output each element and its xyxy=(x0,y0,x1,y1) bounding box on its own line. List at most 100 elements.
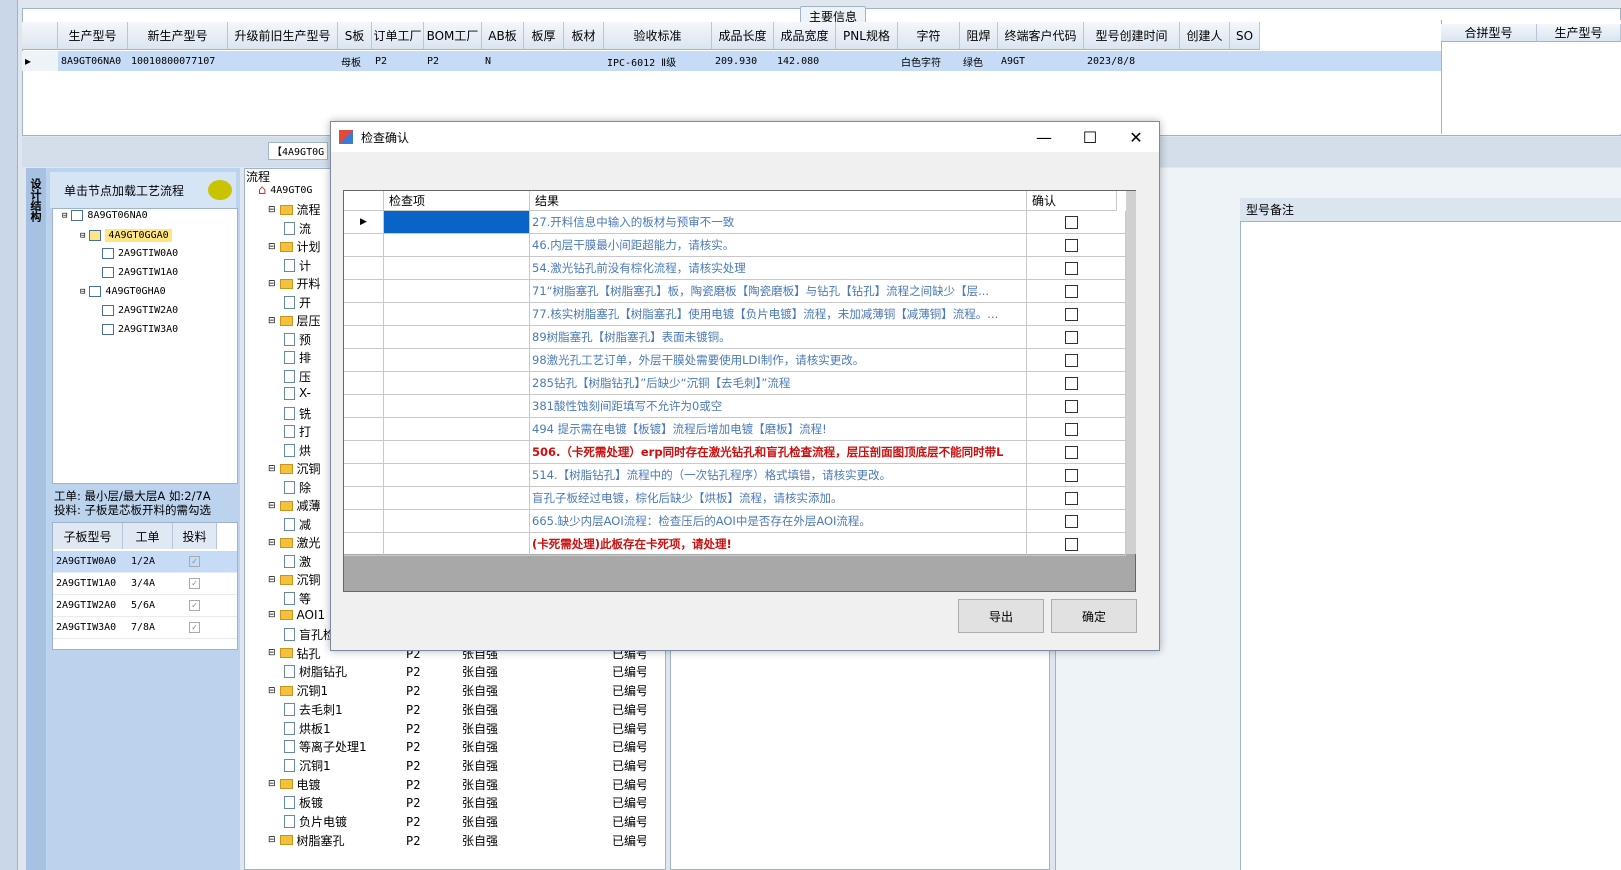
table-row[interactable]: 2A9GTIW2A0 5/6A ✓ xyxy=(53,595,237,617)
flow-node[interactable]: ⊟ 树脂塞孔 xyxy=(268,832,345,849)
confirm-checkbox[interactable] xyxy=(1065,514,1078,528)
confirm-checkbox[interactable] xyxy=(1065,307,1078,321)
flow-node[interactable]: 去毛刺1 xyxy=(284,701,343,718)
expander-icon[interactable]: ⊟ xyxy=(268,610,276,620)
main-cell[interactable]: P2 xyxy=(372,51,424,71)
flow-node[interactable]: ⊟ 沉铜 xyxy=(268,460,321,477)
table-row[interactable]: 514.【树脂钻孔】流程中的（一次钻孔程序）格式填错，请核实更改。 xyxy=(344,464,1126,487)
expander-icon[interactable]: ⊟ xyxy=(268,686,276,696)
tree-node[interactable]: ⊟ 4A9GT0GGA0 xyxy=(80,229,172,242)
expander-icon[interactable]: ⊟ xyxy=(268,464,276,474)
table-row[interactable]: 2A9GTIW3A0 7/8A ✓ xyxy=(53,617,237,639)
flow-node[interactable]: 负片电镀 xyxy=(284,813,347,830)
table-row[interactable]: 54.激光钻孔前没有棕化流程，请核实处理 xyxy=(344,257,1126,280)
table-row[interactable]: (卡死需处理)此板存在卡死项，请处理! xyxy=(344,533,1126,556)
flow-node[interactable]: 压 xyxy=(284,368,311,385)
table-row[interactable]: 46.内层干膜最小间距超能力，请核实。 xyxy=(344,234,1126,257)
tab-model[interactable]: 【4A9GT0G xyxy=(268,142,328,160)
main-cell[interactable]: 绿色 xyxy=(960,51,998,71)
main-cell[interactable]: P2 xyxy=(424,51,482,71)
table-row[interactable]: 285钻孔【树脂钻孔】”后缺少“沉铜【去毛刺】”流程 xyxy=(344,372,1126,395)
expander-icon[interactable]: ⊟ xyxy=(268,279,276,289)
check-item-cell[interactable] xyxy=(384,349,530,371)
flow-node[interactable]: 除 xyxy=(284,479,311,496)
expander-icon[interactable]: ⊟ xyxy=(268,648,276,658)
flow-node[interactable]: ⊟ 流程 xyxy=(268,201,321,218)
check-item-cell[interactable] xyxy=(384,326,530,348)
check-item-cell[interactable] xyxy=(384,533,530,555)
flow-node[interactable]: 等离子处理1 xyxy=(284,738,367,755)
confirm-checkbox[interactable] xyxy=(1065,399,1078,413)
flow-node[interactable]: ⊟ 钻孔 xyxy=(268,645,321,662)
feed-checkbox[interactable]: ✓ xyxy=(189,600,200,611)
check-item-cell[interactable] xyxy=(384,234,530,256)
note-body[interactable] xyxy=(1240,222,1621,870)
vertical-scrollbar[interactable] xyxy=(1126,191,1136,554)
flow-node[interactable]: 排 xyxy=(284,349,311,366)
tree-expander-icon[interactable]: ⊟ xyxy=(62,211,67,221)
main-cell[interactable]: 2023/8/8 xyxy=(1084,51,1180,71)
confirm-checkbox[interactable] xyxy=(1065,238,1078,252)
flow-node[interactable]: 激 xyxy=(284,553,311,570)
tree-expander-icon[interactable]: ⊟ xyxy=(80,287,85,297)
table-row[interactable]: 665.缺少内层AOI流程：检查压后的AOI中是否存在外层AOI流程。 xyxy=(344,510,1126,533)
table-row[interactable]: 381酸性蚀刻间距填写不允许为0或空 xyxy=(344,395,1126,418)
expander-icon[interactable]: ⊟ xyxy=(268,538,276,548)
minimize-icon[interactable]: — xyxy=(1021,122,1067,152)
check-item-cell[interactable] xyxy=(384,303,530,325)
table-row[interactable]: 98激光孔工艺订单，外层干膜处需要使用LDI制作，请核实更改。 xyxy=(344,349,1126,372)
expander-icon[interactable]: ⊟ xyxy=(268,779,276,789)
chat-bubble-icon[interactable] xyxy=(208,180,232,200)
flow-node[interactable]: ⊟ AOI1 xyxy=(268,608,325,622)
check-item-cell[interactable] xyxy=(384,280,530,302)
tree-node[interactable]: 2A9GTIW2A0 xyxy=(98,305,178,316)
flow-node[interactable]: 铣 xyxy=(284,405,311,422)
confirm-checkbox[interactable] xyxy=(1065,376,1078,390)
tree-node[interactable]: ⊟ 8A9GT06NA0 xyxy=(62,210,148,221)
main-cell[interactable]: A9GT xyxy=(998,51,1084,71)
flow-node[interactable]: ⊟ 计划 xyxy=(268,238,321,255)
confirm-checkbox[interactable] xyxy=(1065,261,1078,275)
main-cell[interactable]: 142.080 xyxy=(774,51,836,71)
confirm-checkbox[interactable] xyxy=(1065,330,1078,344)
flow-node[interactable]: 打 xyxy=(284,423,311,440)
main-cell[interactable]: N xyxy=(482,51,524,71)
maximize-icon[interactable]: ☐ xyxy=(1067,122,1113,152)
flow-node[interactable]: 开 xyxy=(284,294,311,311)
ok-button[interactable]: 确定 xyxy=(1051,599,1137,633)
confirm-checkbox[interactable] xyxy=(1065,353,1078,367)
table-row[interactable]: 494 提示需在电镀【板镀】流程后增加电镀【磨板】流程! xyxy=(344,418,1126,441)
main-cell[interactable] xyxy=(1230,51,1260,71)
tree-expander-icon[interactable]: ⊟ xyxy=(80,231,85,241)
side-tab-design-structure[interactable] xyxy=(26,168,46,870)
flow-node[interactable]: 流 xyxy=(284,220,311,237)
flow-node[interactable]: 板镀 xyxy=(284,794,323,811)
main-cell[interactable] xyxy=(1180,51,1230,71)
tree-node[interactable]: 2A9GTIW3A0 xyxy=(98,324,178,335)
feed-checkbox[interactable]: ✓ xyxy=(189,622,200,633)
check-item-cell[interactable] xyxy=(384,395,530,417)
flow-node[interactable]: 计 xyxy=(284,257,311,274)
main-cell[interactable] xyxy=(836,51,898,71)
flow-node[interactable]: 烘板1 xyxy=(284,720,331,737)
confirm-checkbox[interactable] xyxy=(1065,537,1078,551)
flow-node[interactable]: ⊟ 激光 xyxy=(268,534,321,551)
check-item-cell[interactable] xyxy=(384,257,530,279)
confirm-checkbox[interactable] xyxy=(1065,284,1078,298)
feed-checkbox[interactable]: ✓ xyxy=(189,556,200,567)
main-cell[interactable]: 10010800077107 xyxy=(128,51,228,71)
flow-node[interactable]: 树脂钻孔 xyxy=(284,663,347,680)
flow-node[interactable]: 减 xyxy=(284,516,311,533)
flow-node[interactable]: 烘 xyxy=(284,442,311,459)
tree-node[interactable]: 2A9GTIW1A0 xyxy=(98,267,178,278)
check-item-cell[interactable] xyxy=(384,441,530,463)
flow-node[interactable]: 等 xyxy=(284,590,311,607)
check-item-cell[interactable] xyxy=(384,372,530,394)
table-row[interactable]: 506.（卡死需处理）erp同时存在激光钻孔和盲孔检查流程，层压剖面图顶底层不能… xyxy=(344,441,1126,464)
table-row[interactable]: 89树脂塞孔【树脂塞孔】表面未镀铜。 xyxy=(344,326,1126,349)
confirm-checkbox[interactable] xyxy=(1065,491,1078,505)
main-cell[interactable]: 8A9GT06NA0 xyxy=(58,51,128,71)
main-cell[interactable]: 母板 xyxy=(338,51,372,71)
expander-icon[interactable]: ⊟ xyxy=(268,835,276,845)
feed-checkbox[interactable]: ✓ xyxy=(189,578,200,589)
